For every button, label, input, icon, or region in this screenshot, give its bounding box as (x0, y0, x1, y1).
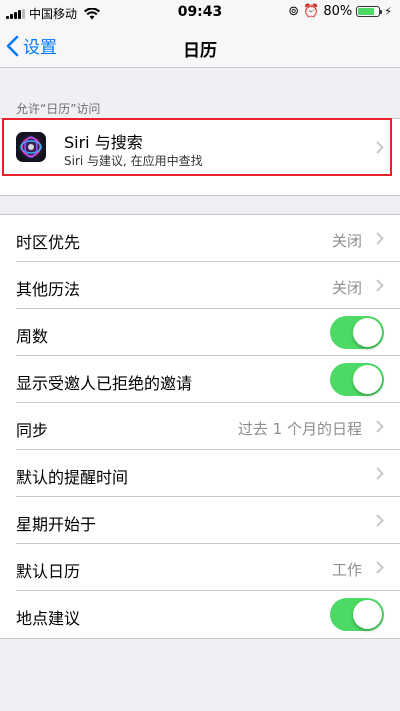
row-start-week-on[interactable]: 星期开始于 (0, 497, 400, 544)
row-label: 默认日历 (16, 562, 81, 581)
status-bar: 中国移动 09:43 ⊚ ⏰ 80% ⚡ (0, 0, 400, 26)
battery-percent: 80% (323, 4, 353, 19)
nav-bar: 设置 日历 (0, 26, 400, 68)
row-default-alert-times[interactable]: 默认的提醒时间 (0, 450, 400, 497)
chevron-right-icon (376, 561, 384, 574)
siri-subtitle: Siri 与建议, 在应用中查找 (64, 154, 203, 168)
battery-fill (358, 8, 375, 15)
row-value: 工作 (331, 561, 362, 579)
chevron-right-icon (376, 514, 384, 527)
siri-row[interactable]: Siri 与搜索 Siri 与建议, 在应用中查找 (0, 119, 400, 176)
row-label: 时区优先 (16, 233, 81, 252)
row-label: 周数 (16, 327, 49, 346)
row-value: 过去 1 个月的日程 (237, 420, 362, 438)
chevron-right-icon (376, 420, 384, 433)
siri-icon (16, 132, 46, 162)
toggle-knob (353, 365, 382, 394)
row-default-calendar[interactable]: 默认日历 工作 (0, 544, 400, 591)
row-alternate-calendars[interactable]: 其他历法 关闭 (0, 262, 400, 309)
siri-title: Siri 与搜索 (64, 133, 143, 152)
row-location-suggestions: 地点建议 (0, 591, 400, 638)
chevron-right-icon (376, 232, 384, 245)
row-label: 地点建议 (16, 609, 81, 628)
siri-group: Siri 与搜索 Siri 与建议, 在应用中查找 (0, 118, 400, 196)
declined-events-toggle[interactable] (330, 363, 384, 396)
row-week-numbers: 周数 (0, 309, 400, 356)
row-value: 关闭 (331, 279, 362, 297)
battery-icon (356, 6, 383, 17)
row-show-declined-events: 显示受邀人已拒绝的邀请 (0, 356, 400, 403)
chevron-right-icon (376, 467, 384, 480)
row-value: 关闭 (331, 232, 362, 250)
row-label: 默认的提醒时间 (16, 468, 129, 487)
row-label: 星期开始于 (16, 515, 97, 534)
row-label: 同步 (16, 421, 49, 440)
settings-group: 时区优先 关闭 其他历法 关闭 周数 显示受邀人已拒绝的邀请 同步 过去 1 个… (0, 214, 400, 639)
chevron-right-icon (376, 141, 384, 154)
section-header: 允许“日历”访问 (16, 102, 101, 116)
row-timezone-override[interactable]: 时区优先 关闭 (0, 215, 400, 262)
status-right: ⊚ ⏰ 80% ⚡ (288, 4, 392, 19)
toggle-knob (353, 318, 382, 347)
chevron-right-icon (376, 279, 384, 292)
alarm-icon: ⏰ (303, 4, 320, 19)
page-title: 日历 (183, 41, 217, 61)
row-label: 显示受邀人已拒绝的邀请 (16, 374, 193, 393)
orientation-lock-icon: ⊚ (288, 4, 300, 19)
week-numbers-toggle[interactable] (330, 316, 384, 349)
charging-icon: ⚡ (384, 5, 392, 18)
row-sync[interactable]: 同步 过去 1 个月的日程 (0, 403, 400, 450)
toggle-knob (353, 600, 382, 629)
row-label: 其他历法 (16, 280, 81, 299)
location-suggestions-toggle[interactable] (330, 598, 384, 631)
